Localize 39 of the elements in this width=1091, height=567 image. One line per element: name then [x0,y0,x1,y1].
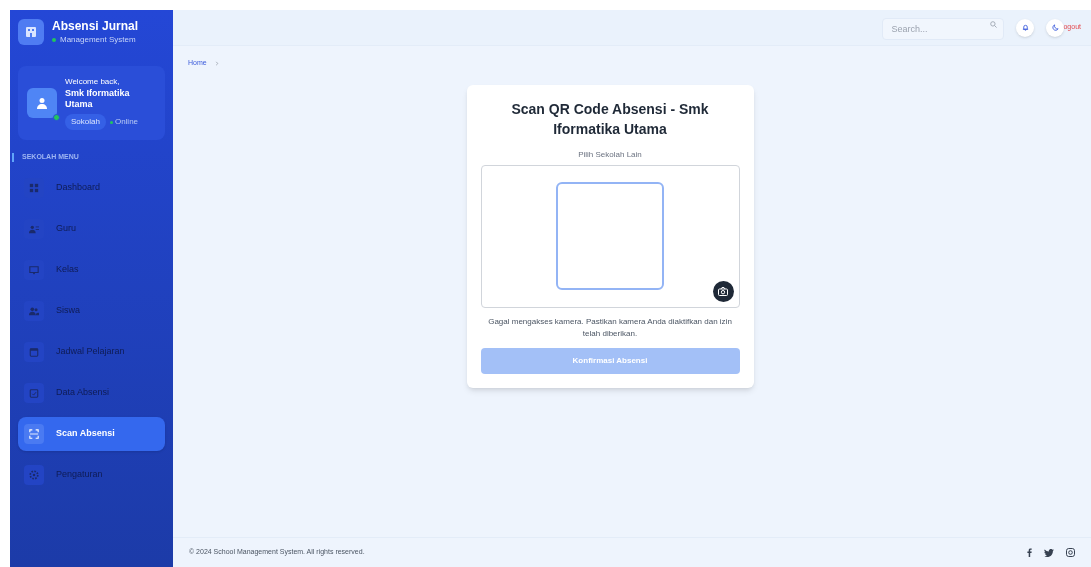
instagram-icon[interactable] [1066,548,1075,557]
error-message: Gagal mengakses kamera. Pastikan kamera Anda diaktifkan dan izin telah diberikan. [487,315,733,340]
status-text: Online [114,116,139,128]
gear-icon [29,469,39,480]
sidebar-item[interactable]: Scan Absensi [18,416,165,451]
grid-icon [29,182,39,193]
user-name: Smk Iformatika Utama [65,88,131,110]
search-field[interactable]: Search... [882,18,1005,40]
person-icon [36,97,48,109]
scan-icon [29,428,39,439]
sidebar-item[interactable]: Dashboard [18,170,165,205]
bell-icon [1021,24,1029,31]
role-badge: Sokolah [65,114,106,130]
choose-school-link[interactable]: Pilih Sekolah Lain [578,148,642,161]
camera-icon [718,286,728,296]
app-title: Absensi Jurnal [52,18,139,34]
teacher-icon [29,223,39,234]
sidebar-item[interactable]: Data Absensi [18,375,165,410]
card-title: Scan QR Code Absensi - Smk Iformatika Utama [510,99,710,139]
theme-toggle-button[interactable] [1046,18,1065,37]
sidebar-item[interactable]: Guru [18,211,165,246]
twitter-icon[interactable] [1044,548,1054,557]
school-logo-icon [18,19,44,45]
sidebar-item[interactable]: Jadwal Pelajaran [18,334,165,369]
moon-icon [1051,24,1059,31]
monitor-icon [29,264,39,275]
search-icon [990,21,998,28]
sidebar-item[interactable]: Siswa [18,293,165,328]
users-icon [29,305,39,316]
sidebar-item[interactable]: Pengaturan [18,457,165,492]
sidebar-item[interactable]: Kelas [18,252,165,287]
notification-button[interactable] [1016,18,1035,37]
welcome-text: Welcome back, [65,76,121,88]
calendar-icon [29,346,39,357]
chevron-right-icon [214,60,219,66]
app-subtitle: Management System [60,34,136,46]
calendar-check-icon [29,387,39,398]
facebook-icon[interactable] [1027,548,1032,557]
camera-button[interactable] [712,280,734,302]
